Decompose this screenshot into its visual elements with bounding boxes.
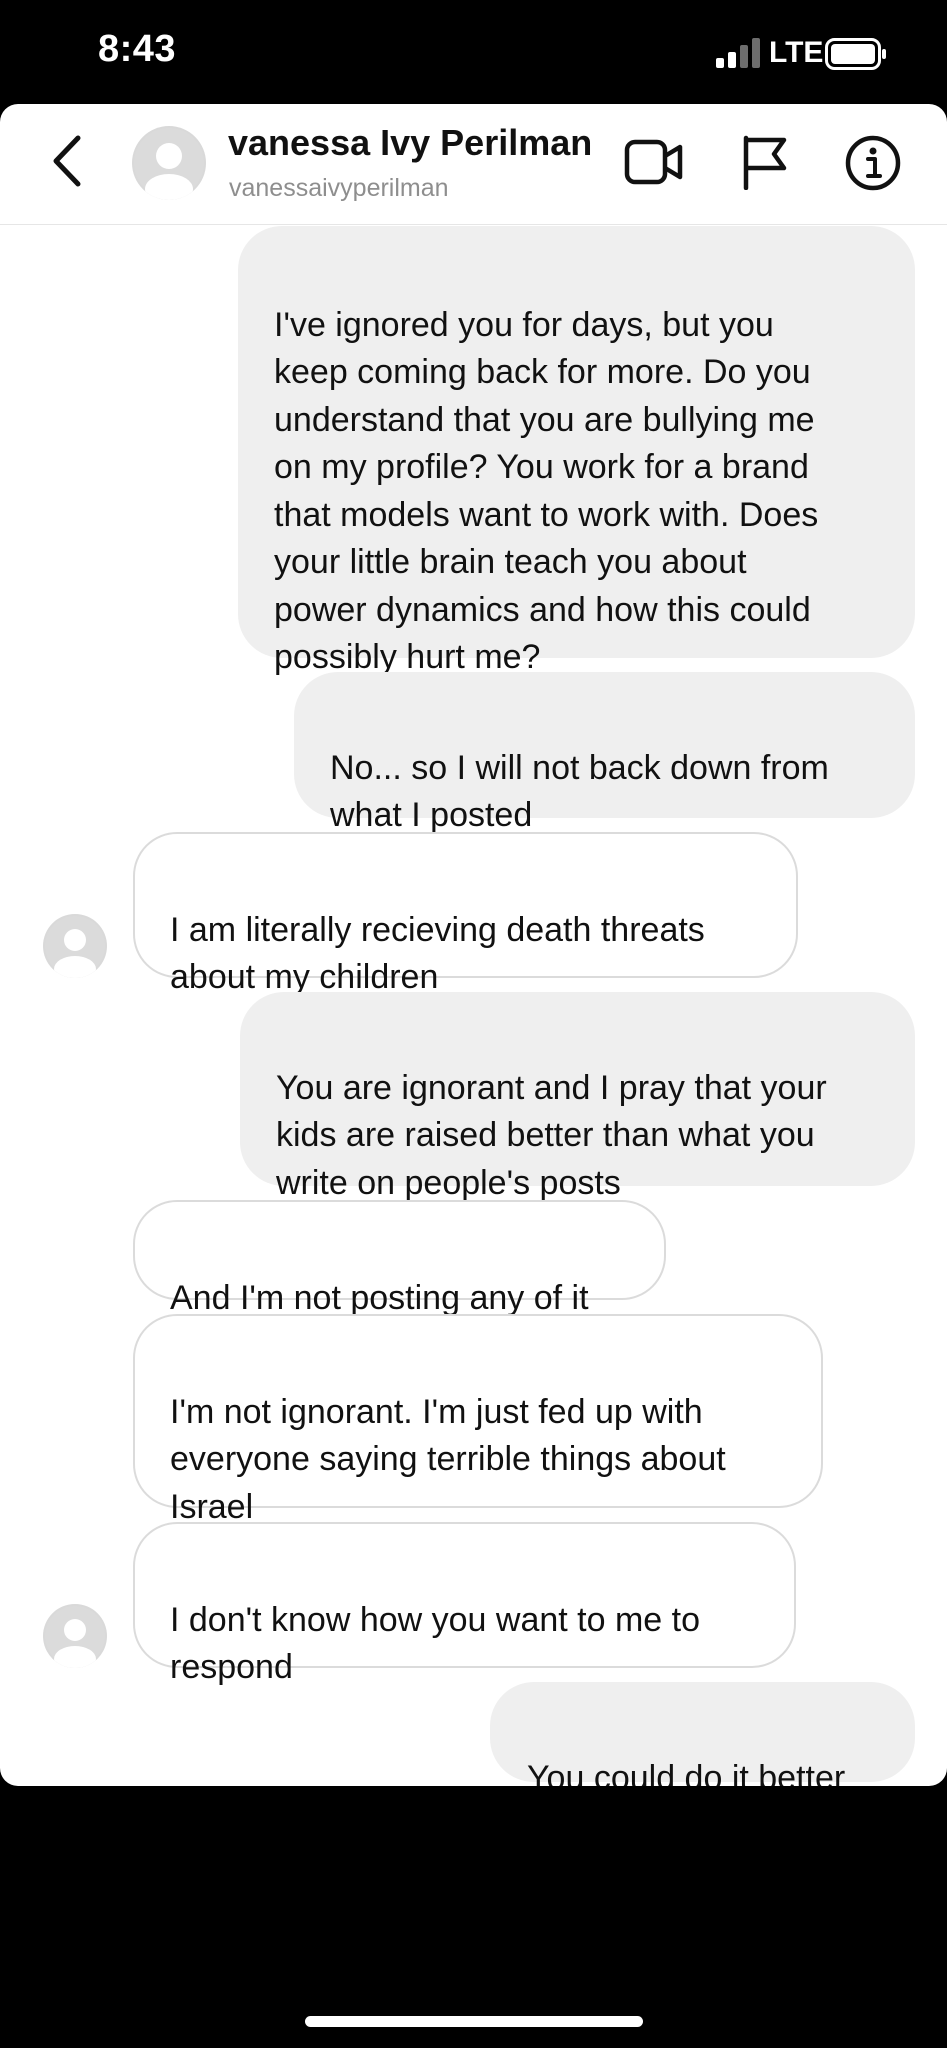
phone-screen: 8:43 LTE vanessa Ivy Perilman vanessaivy… — [0, 0, 947, 2048]
message-text: I don't know how you want to me to respo… — [170, 1600, 701, 1687]
sender-avatar[interactable] — [43, 914, 107, 978]
sent-message[interactable]: No... so I will not back down from what … — [294, 672, 915, 834]
default-avatar-icon — [45, 1606, 105, 1668]
video-call-icon[interactable] — [624, 136, 684, 188]
message-text: And I'm not posting any of it — [170, 1278, 589, 1317]
chat-header: vanessa Ivy Perilman vanessaivyperilman — [0, 104, 947, 225]
sent-message[interactable]: You could do it better — [490, 1682, 915, 1786]
sent-message[interactable]: I've ignored you for days, but you keep … — [238, 226, 915, 676]
message-text: I've ignored you for days, but you keep … — [274, 305, 819, 677]
received-message[interactable]: I am literally recieving death threats a… — [133, 832, 798, 996]
home-indicator[interactable] — [305, 2016, 643, 2027]
message-text: You are ignorant and I pray that your ki… — [276, 1068, 827, 1202]
received-message[interactable]: I'm not ignorant. I'm just fed up with e… — [133, 1314, 823, 1526]
conversation-panel: vanessa Ivy Perilman vanessaivyperilman … — [0, 104, 947, 1786]
signal-strength-icon — [716, 38, 760, 68]
contact-username[interactable]: vanessaivyperilman — [229, 174, 449, 203]
battery-icon — [825, 38, 886, 70]
avatar[interactable] — [132, 126, 206, 200]
contact-name[interactable]: vanessa Ivy Perilman — [228, 122, 592, 164]
flag-icon[interactable] — [740, 134, 790, 190]
received-message[interactable]: I don't know how you want to me to respo… — [133, 1522, 796, 1686]
back-chevron-icon[interactable] — [44, 130, 94, 192]
sent-message[interactable]: You are ignorant and I pray that your ki… — [240, 992, 915, 1202]
sender-avatar[interactable] — [43, 1604, 107, 1668]
message-text: You could do it better — [527, 1758, 846, 1787]
info-icon[interactable] — [844, 134, 902, 192]
status-time: 8:43 — [98, 28, 177, 70]
message-text: No... so I will not back down from what … — [330, 748, 829, 835]
default-avatar-icon — [45, 916, 105, 978]
message-text: I'm not ignorant. I'm just fed up with e… — [170, 1392, 726, 1526]
network-type: LTE — [769, 36, 824, 69]
message-text: I am literally recieving death threats a… — [170, 910, 705, 997]
received-message[interactable]: And I'm not posting any of it — [133, 1200, 666, 1317]
default-avatar-icon — [134, 128, 204, 200]
status-bar: 8:43 LTE — [0, 0, 947, 104]
